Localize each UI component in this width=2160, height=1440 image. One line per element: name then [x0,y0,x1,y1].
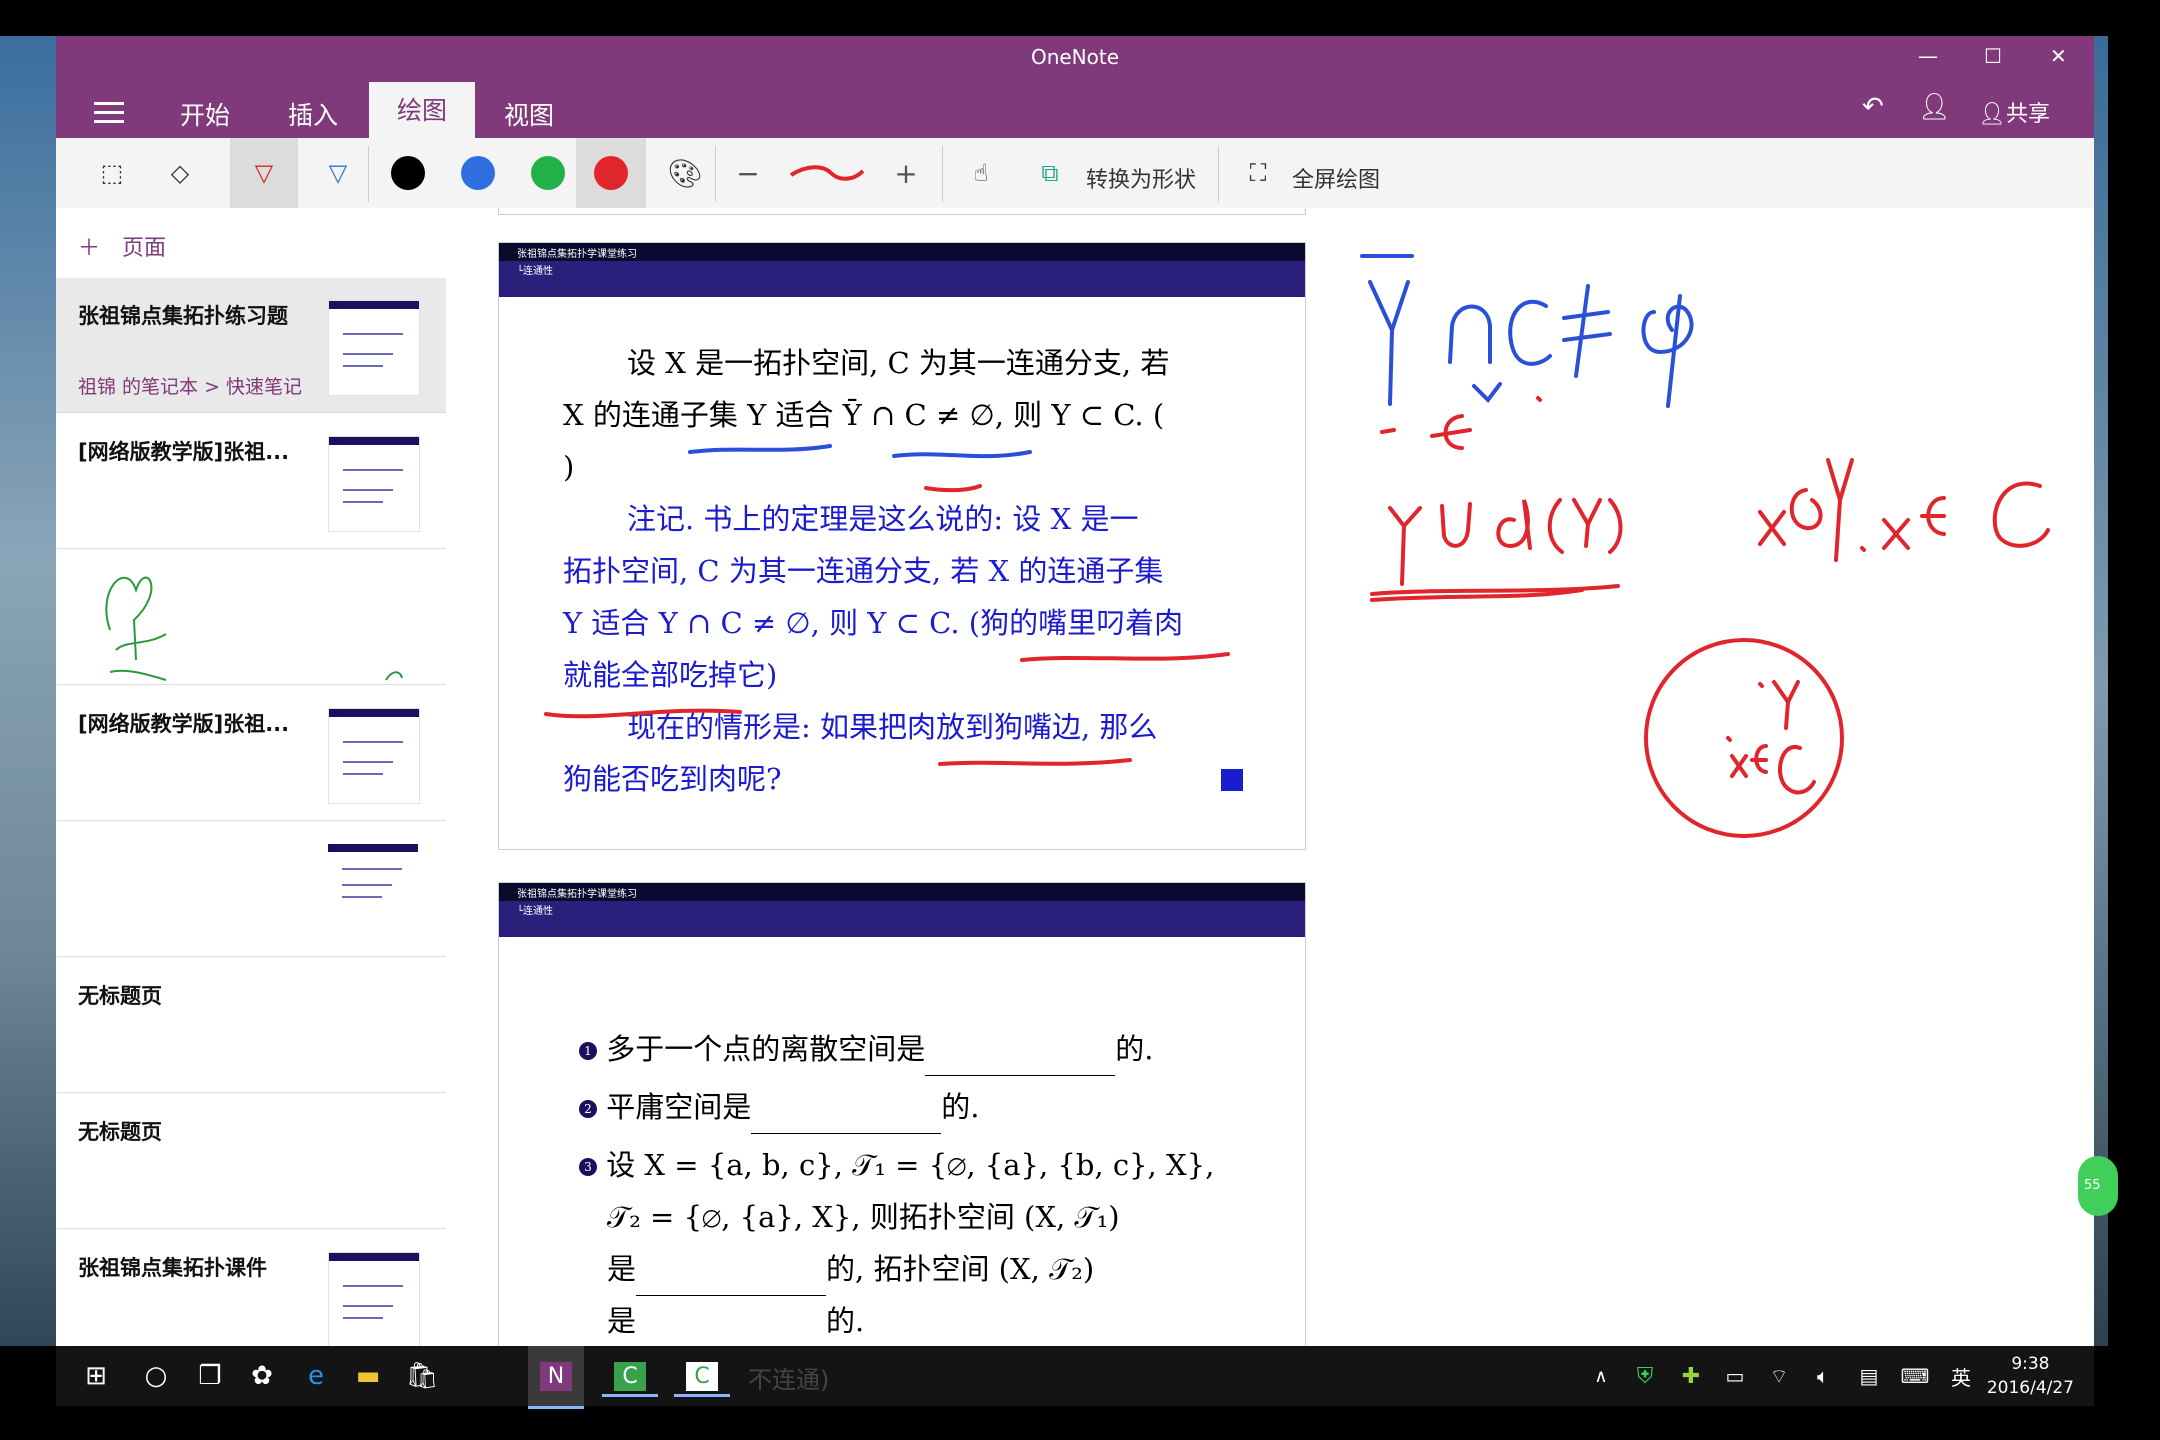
touch-keyboard-icon[interactable]: ⌨ [1898,1358,1932,1394]
clock-date: 2016/4/27 [1986,1378,2074,1398]
task-view-icon[interactable]: ❐ [190,1358,230,1394]
floating-badge[interactable]: 55 [2078,1156,2118,1216]
tray-app-icon[interactable]: ✚ [1676,1358,1706,1394]
windows-taskbar: ⊞ ○ ❐ ✿ e ▬ 🛍︎ N C C 不连通) ∧ ⛨ ✚ ▭ ⌔ 🔈︎ ▤… [56,1346,2094,1409]
onenote-taskbar-icon[interactable]: N [528,1346,584,1409]
bleed-through-text: 不连通) [748,1366,830,1394]
blue-ink [688,254,1694,459]
wifi-icon[interactable]: ⌔ [1764,1358,1794,1394]
show-hidden-icons-icon[interactable]: ∧ [1586,1358,1616,1394]
system-clock[interactable]: 9:38 2016/4/27 [1987,1352,2074,1400]
battery-icon[interactable]: ▭ [1720,1358,1750,1394]
store-icon[interactable]: 🛍︎ [402,1358,442,1394]
camtasia-recorder-taskbar-icon[interactable]: C [674,1358,730,1397]
ink-layer [544,254,2050,838]
volume-icon[interactable]: 🔈︎ [1808,1358,1838,1394]
edge-browser-icon[interactable]: e [296,1358,336,1394]
action-center-icon[interactable]: ▤ [1854,1358,1884,1394]
red-ink [544,396,2050,838]
start-menu-icon[interactable]: ⊞ [76,1358,116,1394]
input-method-indicator[interactable]: 英 [1946,1358,1976,1394]
file-explorer-icon[interactable]: ▬ [348,1358,388,1394]
pinwheel-icon[interactable]: ✿ [242,1358,282,1394]
cortana-icon[interactable]: ○ [136,1358,176,1394]
camtasia-taskbar-icon[interactable]: C [602,1358,658,1397]
clock-time: 9:38 [2011,1354,2050,1374]
security-shield-icon[interactable]: ⛨ [1630,1358,1660,1394]
